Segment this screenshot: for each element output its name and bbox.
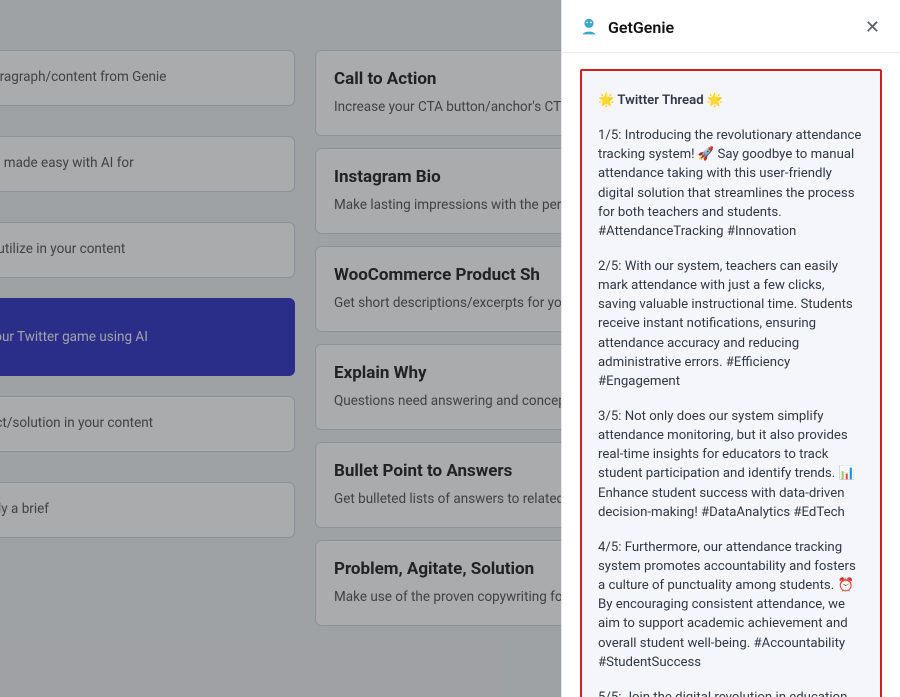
thread-item: 2/5: With our system, teachers can easil… xyxy=(598,257,864,391)
modal-overlay[interactable] xyxy=(0,0,561,697)
thread-heading: 🌟 Twitter Thread 🌟 xyxy=(598,91,864,110)
brand: GetGenie xyxy=(578,16,674,38)
close-button[interactable]: ✕ xyxy=(861,14,884,40)
getgenie-logo-icon xyxy=(578,16,600,38)
app-root: given sentence/paragraph/content from Ge… xyxy=(0,0,900,697)
thread-item: 4/5: Furthermore, our attendance trackin… xyxy=(598,538,864,672)
panel-header: GetGenie ✕ xyxy=(562,0,900,53)
close-icon: ✕ xyxy=(865,17,880,37)
brand-name: GetGenie xyxy=(608,18,674,37)
thread-item: 3/5: Not only does our system simplify a… xyxy=(598,407,864,522)
thread-item: 1/5: Introducing the revolutionary atten… xyxy=(598,126,864,241)
thread-item: 5/5: Join the digital revolution in educ… xyxy=(598,688,864,697)
output-content-box: 🌟 Twitter Thread 🌟 1/5: Introducing the … xyxy=(580,69,882,697)
getgenie-panel: GetGenie ✕ 🌟 Twitter Thread 🌟 1/5: Intro… xyxy=(561,0,900,697)
panel-body: 🌟 Twitter Thread 🌟 1/5: Introducing the … xyxy=(562,53,900,697)
